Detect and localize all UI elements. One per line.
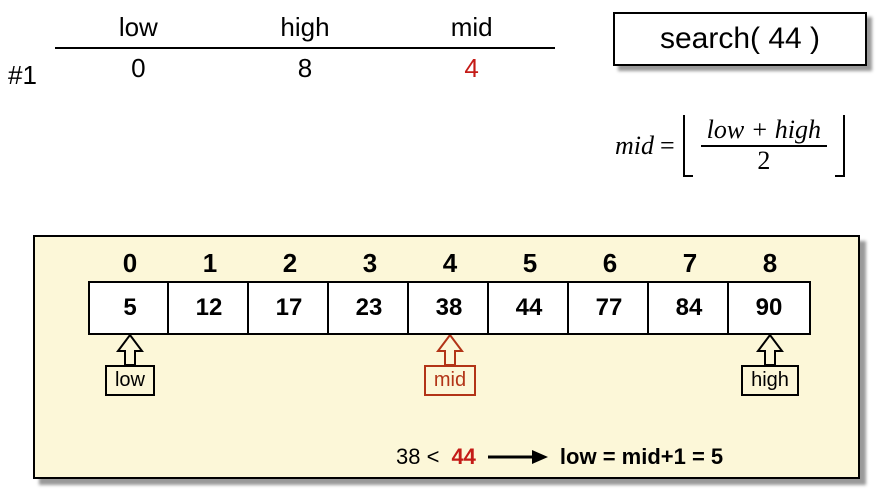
- array-value: 44: [487, 281, 571, 335]
- floor-left-icon: [683, 115, 693, 177]
- array-index: 2: [283, 245, 297, 281]
- array-cell: 784: [650, 245, 730, 335]
- state-high: 8: [222, 48, 389, 88]
- arrow-up-icon: [756, 335, 784, 365]
- cmp-action: low = mid+1 = 5: [560, 444, 723, 470]
- array-index: 0: [123, 245, 137, 281]
- mid-formula: mid = low + high 2: [615, 115, 847, 177]
- array-cell: 112: [170, 245, 250, 335]
- formula-lhs: mid: [615, 131, 654, 161]
- array-row: 05112217323438544677784890: [90, 245, 810, 335]
- array-index: 3: [363, 245, 377, 281]
- search-call-box: search( 44 ): [613, 12, 867, 66]
- pointer-high: high: [740, 335, 800, 396]
- array-index: 1: [203, 245, 217, 281]
- array-value: 12: [167, 281, 251, 335]
- pointer-high-label: high: [741, 365, 799, 396]
- array-cell: 05: [90, 245, 170, 335]
- array-value: 84: [647, 281, 731, 335]
- step-row-label: #1: [8, 60, 37, 91]
- formula-denominator: 2: [751, 147, 776, 176]
- floor-right-icon: [835, 115, 845, 177]
- array-cell: 890: [730, 245, 810, 335]
- array-index: 6: [603, 245, 617, 281]
- arrow-up-icon: [116, 335, 144, 365]
- pointer-mid: mid: [420, 335, 480, 396]
- state-header-high: high: [222, 8, 389, 48]
- array-value: 90: [727, 281, 811, 335]
- comparison-result: 38 < 44 low = mid+1 = 5: [396, 444, 723, 470]
- formula-numerator: low + high: [701, 116, 827, 147]
- state-mid: 4: [388, 48, 555, 88]
- array-value: 17: [247, 281, 331, 335]
- arrow-right-icon: [488, 449, 548, 465]
- array-index: 4: [443, 245, 457, 281]
- array-cell: 323: [330, 245, 410, 335]
- array-index: 5: [523, 245, 537, 281]
- array-cell: 544: [490, 245, 570, 335]
- array-cell: 677: [570, 245, 650, 335]
- state-table: low high mid 0 8 4: [55, 8, 555, 88]
- array-value: 23: [327, 281, 411, 335]
- pointer-mid-label: mid: [424, 365, 476, 396]
- array-cell: 438: [410, 245, 490, 335]
- array-panel: 05112217323438544677784890 low mid high …: [33, 235, 860, 479]
- array-index: 7: [683, 245, 697, 281]
- cmp-target: 44: [451, 444, 475, 470]
- array-cell: 217: [250, 245, 330, 335]
- state-low: 0: [55, 48, 222, 88]
- formula-fraction: low + high 2: [701, 116, 827, 175]
- pointer-low: low: [100, 335, 160, 396]
- array-index: 8: [763, 245, 777, 281]
- cmp-left: 38 <: [396, 444, 439, 470]
- formula-eq: =: [660, 131, 675, 161]
- pointer-low-label: low: [105, 365, 155, 396]
- array-value: 38: [407, 281, 491, 335]
- arrow-up-icon: [436, 335, 464, 365]
- state-header-low: low: [55, 8, 222, 48]
- state-header-mid: mid: [388, 8, 555, 48]
- array-value: 77: [567, 281, 651, 335]
- array-value: 5: [88, 281, 172, 335]
